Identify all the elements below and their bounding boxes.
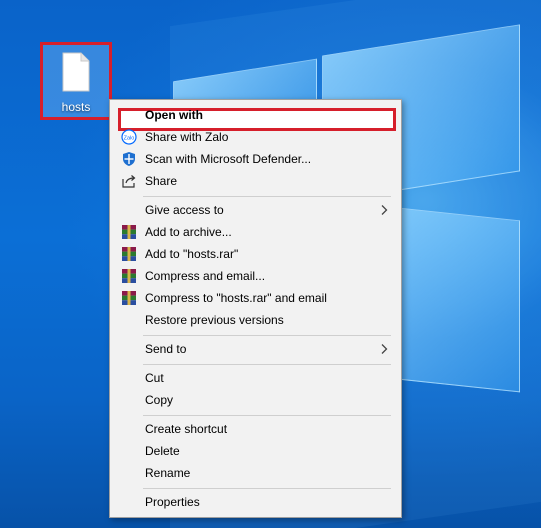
winrar-icon [122,269,136,283]
menu-item-compress-to-hosts-rar-and-email[interactable]: Compress to "hosts.rar" and email [111,287,400,309]
menu-item-scan-with-defender[interactable]: Scan with Microsoft Defender... [111,148,400,170]
menu-item-label: Scan with Microsoft Defender... [145,152,312,166]
menu-separator [143,488,391,489]
winrar-icon [122,247,136,261]
menu-separator [143,364,391,365]
menu-item-label: Open with [145,108,203,122]
svg-text:Zalo: Zalo [124,136,135,142]
context-menu: Open with Zalo Share with Zalo Scan with… [109,99,402,518]
menu-separator [143,415,391,416]
menu-item-send-to[interactable]: Send to [111,338,400,360]
menu-item-add-to-hosts-rar[interactable]: Add to "hosts.rar" [111,243,400,265]
chevron-right-icon [381,344,388,354]
menu-item-add-to-archive[interactable]: Add to archive... [111,221,400,243]
menu-item-copy[interactable]: Copy [111,389,400,411]
menu-item-label: Send to [145,342,187,356]
menu-item-label: Properties [145,495,200,509]
menu-item-label: Add to archive... [145,225,232,239]
desktop-background: hosts Open with Zalo Share with Zalo Sca… [0,0,541,528]
menu-item-give-access-to[interactable]: Give access to [111,199,400,221]
share-icon [122,175,136,188]
menu-item-create-shortcut[interactable]: Create shortcut [111,418,400,440]
menu-item-share[interactable]: Share [111,170,400,192]
menu-item-label: Share with Zalo [145,130,229,144]
menu-item-label: Create shortcut [145,422,228,436]
menu-item-cut[interactable]: Cut [111,367,400,389]
menu-item-label: Rename [145,466,191,480]
menu-item-label: Compress to "hosts.rar" and email [145,291,327,305]
menu-separator [143,196,391,197]
desktop-file-label: hosts [61,100,91,114]
menu-item-label: Give access to [145,203,224,217]
menu-item-compress-and-email[interactable]: Compress and email... [111,265,400,287]
winrar-icon [122,291,136,305]
menu-item-label: Compress and email... [145,269,266,283]
menu-item-rename[interactable]: Rename [111,462,400,484]
menu-item-delete[interactable]: Delete [111,440,400,462]
menu-item-label: Cut [145,371,164,385]
menu-item-properties[interactable]: Properties [111,491,400,513]
menu-separator [143,335,391,336]
menu-item-label: Restore previous versions [145,313,284,327]
menu-item-open-with[interactable]: Open with [111,104,400,131]
menu-item-label: Add to "hosts.rar" [145,247,239,261]
winrar-icon [122,225,136,239]
menu-item-label: Copy [145,393,174,407]
menu-item-share-with-zalo[interactable]: Zalo Share with Zalo [111,126,400,148]
desktop-file-hosts[interactable]: hosts [40,42,112,120]
defender-shield-icon [123,152,135,166]
menu-item-label: Share [145,174,178,188]
menu-item-restore-previous-versions[interactable]: Restore previous versions [111,309,400,331]
menu-item-label: Delete [145,444,180,458]
document-file-icon [62,52,90,92]
zalo-icon: Zalo [121,129,137,145]
chevron-right-icon [381,205,388,215]
